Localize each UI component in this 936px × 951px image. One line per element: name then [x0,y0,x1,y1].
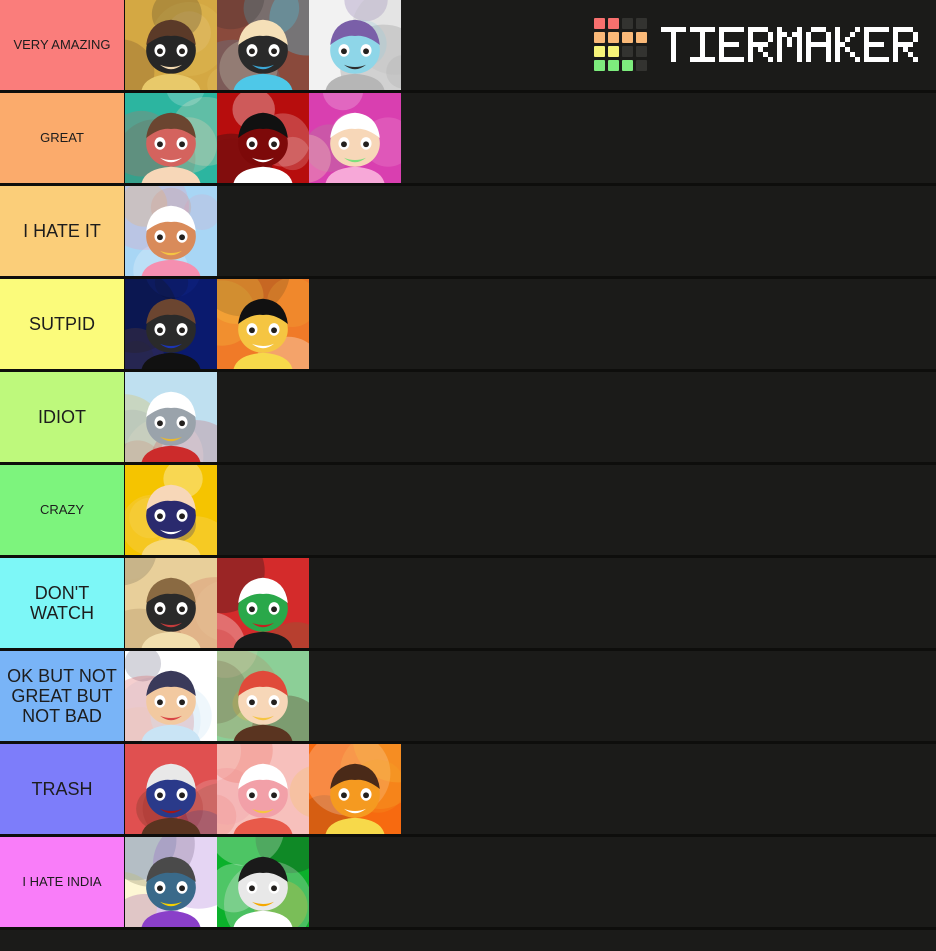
tier-row: DON'T WATCH [0,558,936,651]
tier-label-text: I HATE INDIA [22,873,102,889]
tier-row: I HATE IT [0,186,936,279]
tier-label[interactable]: CRAZY [0,465,125,555]
tier-row: VERY AMAZING [0,0,936,93]
tier-items-dropzone[interactable] [125,465,936,555]
tier-label[interactable]: TRASH [0,744,125,834]
tier-item-thumbnail[interactable] [125,558,217,648]
tier-label-text: OK BUT NOT GREAT BUT NOT BAD [7,665,117,727]
tier-row: I HATE INDIA [0,837,936,930]
tier-items-dropzone[interactable] [125,93,936,183]
tier-items-dropzone[interactable] [125,372,936,462]
tier-item-thumbnail[interactable] [125,465,217,555]
tier-label-text: IDIOT [38,406,86,427]
tier-item-thumbnail[interactable] [217,279,309,369]
tier-items-dropzone[interactable] [125,651,936,741]
tier-label-text: GREAT [40,129,84,145]
tier-label-text: TRASH [31,778,93,799]
tier-item-thumbnail[interactable] [125,837,217,927]
tier-row: OK BUT NOT GREAT BUT NOT BAD [0,651,936,744]
tier-label[interactable]: VERY AMAZING [0,0,125,90]
tier-item-thumbnail[interactable] [217,744,309,834]
tier-items-dropzone[interactable] [125,279,936,369]
tier-row: GREAT [0,93,936,186]
tier-item-thumbnail[interactable] [217,93,309,183]
tier-item-thumbnail[interactable] [217,558,309,648]
tier-items-dropzone[interactable] [125,558,936,648]
tier-items-dropzone[interactable] [125,744,936,834]
tier-label[interactable]: I HATE IT [0,186,125,276]
tier-item-thumbnail[interactable] [309,0,401,90]
tier-label-text: I HATE IT [23,220,101,241]
tier-label[interactable]: IDIOT [0,372,125,462]
tier-items-dropzone[interactable] [125,186,936,276]
tier-item-thumbnail[interactable] [217,837,309,927]
tier-item-thumbnail[interactable] [217,651,309,741]
tier-row: IDIOT [0,372,936,465]
tier-label[interactable]: DON'T WATCH [0,558,125,648]
tier-label[interactable]: SUTPID [0,279,125,369]
tier-label-text: CRAZY [39,501,85,517]
tier-label[interactable]: OK BUT NOT GREAT BUT NOT BAD [0,651,125,741]
tier-item-thumbnail[interactable] [217,0,309,90]
tier-item-thumbnail[interactable] [125,744,217,834]
tier-items-dropzone[interactable] [125,837,936,927]
tier-item-thumbnail[interactable] [309,744,401,834]
tier-rows-container: VERY AMAZING GREAT I HATE IT SUTPID IDIOT CRA… [0,0,936,930]
tier-item-thumbnail[interactable] [125,279,217,369]
tier-label-text: SUTPID [28,313,95,334]
tier-row: CRAZY [0,465,936,558]
tier-row: SUTPID [0,279,936,372]
tier-item-thumbnail[interactable] [125,93,217,183]
tier-row: TRASH [0,744,936,837]
tier-label[interactable]: I HATE INDIA [0,837,125,927]
tier-label[interactable]: GREAT [0,93,125,183]
tier-item-thumbnail[interactable] [125,186,217,276]
tier-item-thumbnail[interactable] [125,651,217,741]
tier-item-thumbnail[interactable] [125,372,217,462]
tiermaker-tier-list: VERY AMAZING GREAT I HATE IT SUTPID IDIOT CRA… [0,0,936,951]
tier-item-thumbnail[interactable] [125,0,217,90]
tier-item-thumbnail[interactable] [309,93,401,183]
tier-items-dropzone[interactable] [125,0,936,90]
tier-label-text: DON'T WATCH [30,582,94,623]
tier-label-text: VERY AMAZING [13,36,111,52]
